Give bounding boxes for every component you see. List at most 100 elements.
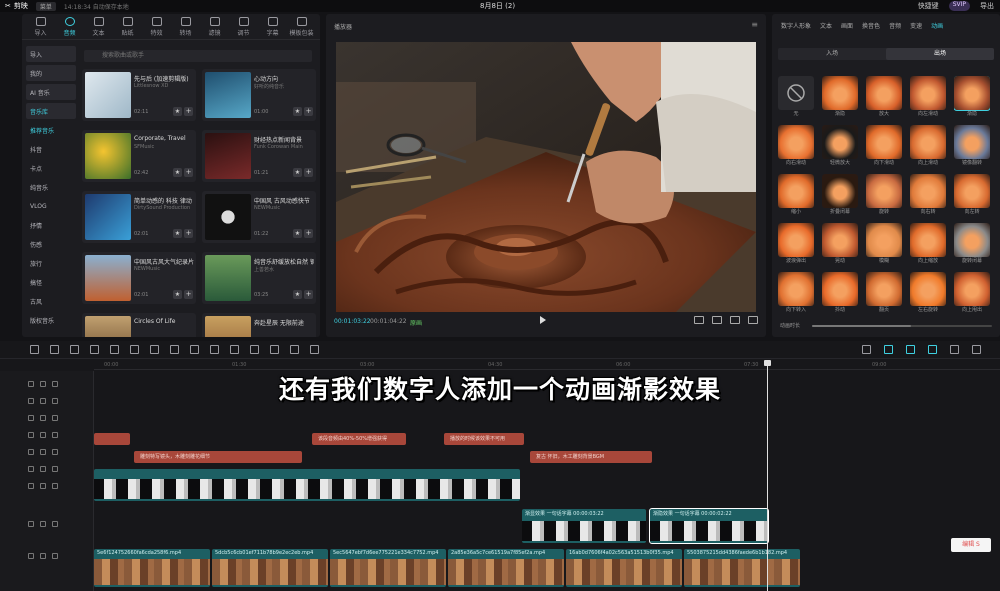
audio-clip[interactable]: 复古 怀旧，木工雕刻背景BGM [530, 451, 652, 463]
audio-clip[interactable]: 该段音频由40%-50%增强获得 [312, 433, 406, 445]
inspector-tab[interactable]: 画面 [841, 21, 853, 30]
category-tab[interactable]: 特效 [142, 14, 171, 40]
eye-icon[interactable] [40, 521, 46, 527]
music-card[interactable]: 心动方向 好听的纯音乐 01:00 ★ + [202, 69, 316, 121]
video-preview[interactable] [336, 42, 756, 312]
category-tab[interactable]: 滤镜 [200, 14, 229, 40]
category-tab[interactable]: 转场 [171, 14, 200, 40]
digital-human-clip[interactable] [94, 469, 520, 501]
animation-effect[interactable]: 轻微放大 [822, 125, 858, 165]
audio-icon[interactable] [52, 449, 58, 455]
eye-icon[interactable] [40, 449, 46, 455]
player-menu-icon[interactable]: ≡ [751, 20, 758, 29]
inspector-tab[interactable]: 音频 [889, 21, 901, 30]
main-video-clip[interactable]: 5dcb5c6cb01ef711b78b9e2ec2eb.mp4 [212, 549, 328, 587]
play-icon[interactable] [540, 316, 546, 324]
unlink-icon[interactable] [310, 345, 319, 354]
lock-icon[interactable] [28, 483, 34, 489]
category-tab[interactable]: 模板包装 [287, 14, 316, 40]
sidenav-item[interactable]: 音乐库 [26, 103, 76, 119]
favorite-icon[interactable]: ★ [173, 229, 182, 238]
favorite-icon[interactable]: ★ [293, 107, 302, 116]
main-video-clip[interactable]: 16ab0d7606f4a02c563a51513b0f35.mp4 [566, 549, 682, 587]
add-icon[interactable]: + [304, 290, 313, 299]
lock-icon[interactable] [28, 466, 34, 472]
animation-effect[interactable]: 向上滑动 [910, 125, 946, 165]
export-button[interactable]: 导出 [980, 1, 994, 11]
play-circle-icon[interactable] [210, 345, 219, 354]
preview-icon[interactable] [928, 345, 937, 354]
main-video-clip[interactable]: 2a85e36a5c7ce61519a7f85ef2a.mp4 [448, 549, 564, 587]
sidenav-item[interactable]: 伤感 [26, 236, 76, 252]
favorite-icon[interactable]: ★ [293, 168, 302, 177]
sidenav-item[interactable]: 版权音乐 [26, 312, 76, 328]
music-card[interactable]: 中国风古风大气纪录片BGMNEWMusic 02:01 ★+ [82, 252, 196, 304]
audio-icon[interactable] [52, 483, 58, 489]
audio-icon[interactable] [52, 466, 58, 472]
add-icon[interactable]: + [304, 107, 313, 116]
svip-badge[interactable]: SVIP [948, 1, 970, 11]
eye-icon[interactable] [40, 432, 46, 438]
music-card[interactable]: 中国风 古风动感快节 NEWMusic 01:22 ★ + [202, 191, 316, 243]
sidenav-item[interactable]: VLOG [26, 198, 76, 214]
mirror-icon[interactable] [230, 345, 239, 354]
animation-effect[interactable]: 波浪弹出 [778, 223, 814, 263]
time-ruler[interactable]: 00:0001:3003:0004:3006:0007:3009:0010:30 [94, 360, 1000, 370]
animation-effect[interactable]: 旋转 [866, 174, 902, 214]
split-right-icon[interactable] [130, 345, 139, 354]
link-toggle-icon[interactable] [884, 345, 893, 354]
animation-effect[interactable]: 向右转 [910, 174, 946, 214]
favorite-icon[interactable]: ★ [173, 107, 182, 116]
animation-subtab[interactable]: 出场 [886, 48, 994, 60]
animation-effect[interactable]: 翻页 [866, 272, 902, 312]
link-icon[interactable] [290, 345, 299, 354]
animation-effect[interactable]: 抖动 [822, 272, 858, 312]
audio-clip[interactable]: 播放的时候该效果不可用 [444, 433, 524, 445]
shortcut-button[interactable]: 快捷键 [918, 1, 939, 11]
split-left-icon[interactable] [110, 345, 119, 354]
eye-icon[interactable] [40, 466, 46, 472]
inspector-tab[interactable]: 换音色 [862, 21, 880, 30]
animation-effect[interactable]: 旋转闭幕 [954, 223, 990, 263]
quality-badge[interactable]: 原画 [410, 318, 422, 327]
sidenav-item[interactable]: 搞怪 [26, 274, 76, 290]
main-video-clip[interactable]: 5e6f124752660fa6cda258f6.mp4 [94, 549, 210, 587]
music-card[interactable]: 简单动感的 科技 律动 DirtySound Production 02:01 ★ + [82, 191, 196, 243]
animation-effect[interactable]: 向右滑动 [778, 125, 814, 165]
category-tab[interactable]: 字幕 [258, 14, 287, 40]
inspector-tab[interactable]: 变速 [910, 21, 922, 30]
add-icon[interactable]: + [304, 229, 313, 238]
category-tab[interactable]: 导入 [26, 14, 55, 40]
digital-human-clip[interactable]: 渐显效果 一句话字幕 00:00:03:22 [522, 509, 646, 543]
music-card[interactable]: 纯音乐舒缓放松自然 钢琴上善若水 03:25 ★+ [202, 252, 316, 304]
animation-effect[interactable]: 向左滑动 [910, 76, 946, 116]
audio-clip[interactable]: 雕刻特写镜头，木雕刻雕花细节 [134, 451, 302, 463]
eye-icon[interactable] [40, 553, 46, 559]
animation-effect[interactable]: 向上甩出 [954, 272, 990, 312]
sidenav-item[interactable]: 抒情 [26, 217, 76, 233]
lock-icon[interactable] [28, 415, 34, 421]
favorite-icon[interactable]: ★ [293, 229, 302, 238]
music-card[interactable]: 财经热点新闻背景 Funk Corowan Main 01:21 ★ + [202, 130, 316, 182]
sidenav-item[interactable]: 古风 [26, 293, 76, 309]
audio-icon[interactable] [52, 415, 58, 421]
inspector-tab[interactable]: 数字人形象 [781, 21, 811, 30]
music-card[interactable]: Corporate, Travel SFMusic 02:42 ★ + [82, 130, 196, 182]
digital-human-clip[interactable]: 渐隐效果 一句话字幕 00:00:02:22 [649, 508, 769, 544]
add-icon[interactable]: + [184, 229, 193, 238]
fullscreen-icon[interactable] [748, 316, 758, 324]
animation-effect[interactable]: 向下滑动 [866, 125, 902, 165]
sidenav-item[interactable]: 纯音乐 [26, 179, 76, 195]
snap-icon[interactable] [906, 345, 915, 354]
layout-icon[interactable] [730, 316, 740, 324]
sidenav-item[interactable]: 抖音 [26, 141, 76, 157]
add-icon[interactable]: + [184, 290, 193, 299]
animation-effect[interactable]: 渐隐 [954, 76, 990, 116]
category-tab[interactable]: 贴纸 [113, 14, 142, 40]
crop-icon[interactable] [270, 345, 279, 354]
lock-icon[interactable] [28, 432, 34, 438]
crop-icon[interactable] [712, 316, 722, 324]
split-icon[interactable] [90, 345, 99, 354]
animation-effect[interactable]: 向下转入 [778, 272, 814, 312]
add-icon[interactable]: + [184, 107, 193, 116]
